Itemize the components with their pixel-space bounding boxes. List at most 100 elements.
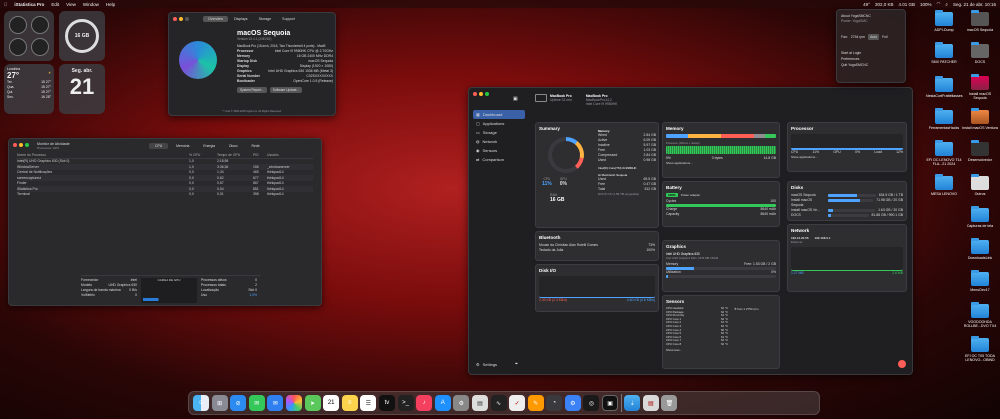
desktop-icon[interactable]: MESA LENOVO bbox=[926, 174, 962, 196]
desktop-icon[interactable]: ADPI-Dump bbox=[926, 10, 962, 32]
tab-overview[interactable]: Overview bbox=[203, 16, 228, 22]
status-network[interactable]: 302,0 KB bbox=[875, 2, 894, 7]
mode-full[interactable]: Full bbox=[882, 34, 887, 40]
tab-energy[interactable]: Energia bbox=[197, 143, 221, 149]
safari-icon[interactable]: ⊘ bbox=[230, 395, 247, 411]
minimize-button[interactable] bbox=[179, 17, 183, 21]
toggles-widget[interactable] bbox=[4, 11, 54, 61]
table-row[interactable]: Finder 0,0 0,67 867 thinkpad14 bbox=[17, 181, 313, 187]
desktop-icon[interactable]: EFI OC LENOVO T14 FLA...21 2024 bbox=[926, 140, 962, 166]
show-less-link[interactable]: Show less... bbox=[666, 348, 776, 352]
desktop-icon[interactable]: macOS Sequoia bbox=[962, 10, 998, 32]
app-store-icon[interactable]: A bbox=[434, 395, 451, 411]
minimize-button[interactable] bbox=[479, 92, 483, 96]
settings-icon[interactable]: ⚙ bbox=[564, 395, 581, 411]
desktop-icon[interactable]: Desenvolvedor bbox=[962, 140, 998, 162]
zoom-button[interactable] bbox=[485, 92, 489, 96]
tab-cpu[interactable]: CPU bbox=[149, 143, 169, 149]
desktop-icon[interactable]: Outros bbox=[962, 174, 998, 196]
sidebar-item-network[interactable]: ◍ Network bbox=[473, 137, 525, 146]
safari-icon[interactable]: ◎ bbox=[583, 395, 600, 411]
pages-icon[interactable]: ✎ bbox=[527, 395, 544, 411]
close-button[interactable] bbox=[13, 143, 17, 147]
terminal-icon[interactable]: >_ bbox=[397, 395, 414, 411]
notes-icon[interactable]: ≡ bbox=[341, 395, 358, 411]
add-widget-button[interactable] bbox=[898, 360, 906, 368]
photos-icon[interactable] bbox=[285, 395, 302, 411]
reminders-icon[interactable]: ☰ bbox=[360, 395, 377, 411]
tab-storage[interactable]: Storage bbox=[254, 16, 277, 22]
music-icon[interactable]: ♪ bbox=[416, 395, 433, 411]
menu-help[interactable]: Help bbox=[106, 2, 115, 7]
desktop-icon[interactable]: Install macOS Sequoia bbox=[962, 74, 998, 100]
disk-row[interactable]: Install macOS Sequoia 71.98 GB / 20 GB bbox=[791, 198, 903, 208]
menu-app-name[interactable]: iStatistica Pro bbox=[14, 2, 44, 7]
terminal-icon[interactable]: ▣ bbox=[602, 395, 619, 411]
calendar-widget[interactable]: Seg. abr. 21 bbox=[59, 64, 105, 114]
tab-network[interactable]: Rede bbox=[246, 143, 266, 149]
menu-quit[interactable]: Quit YogaSMCNC bbox=[841, 62, 901, 68]
processor-apps-link[interactable]: Show applications... bbox=[791, 155, 903, 159]
table-row[interactable]: screencaptureui 0,0 0,62 677 thinkpad14 bbox=[17, 175, 313, 181]
apple-icon[interactable]:  bbox=[4, 2, 7, 7]
table-row[interactable]: Terminal 0,0 0,01 398 thinkpad14 bbox=[17, 192, 313, 198]
wifi-icon[interactable]: ◠ bbox=[936, 1, 940, 7]
desktop-icon[interactable]: VOODOOHDA ROLLBE...DVO TX4 bbox=[962, 302, 998, 328]
col-gpu-time[interactable]: Tempo de GPU bbox=[217, 153, 253, 157]
software-update-button[interactable]: Software Update... bbox=[269, 87, 303, 93]
desktop-icon[interactable]: DOCS bbox=[962, 42, 998, 64]
toggle-icon[interactable] bbox=[31, 16, 49, 34]
search-icon[interactable]: ⌕ bbox=[945, 2, 948, 7]
close-button[interactable] bbox=[173, 17, 177, 21]
finder-icon[interactable]: ☺ bbox=[193, 395, 209, 411]
col-process-name[interactable]: Nome do Processo bbox=[17, 153, 189, 157]
sidebar-item-comparison[interactable]: ⇄ Comparison bbox=[473, 155, 525, 164]
table-row[interactable]: Central de Notificações 0,0 1,34 465 thinkpa… bbox=[17, 170, 313, 176]
mail-icon[interactable]: ✉ bbox=[267, 395, 284, 411]
maps-icon[interactable]: ➤ bbox=[304, 395, 321, 411]
desktop-icon[interactable]: Install macOS Ventura bbox=[962, 108, 998, 130]
close-button[interactable] bbox=[473, 92, 477, 96]
toggle-icon[interactable] bbox=[9, 16, 27, 34]
docs-icon[interactable]: ▤ bbox=[642, 395, 659, 411]
memory-widget[interactable]: 16 GB bbox=[59, 11, 105, 61]
activity-monitor-icon[interactable]: ∿ bbox=[490, 395, 507, 411]
zoom-button[interactable] bbox=[185, 17, 189, 21]
desktop-icon[interactable]: SMX PATCHER bbox=[926, 42, 962, 64]
downloads-folder-icon[interactable]: ⇣ bbox=[624, 395, 641, 411]
menu-edit[interactable]: Edit bbox=[51, 2, 59, 7]
settings-button[interactable]: ⚙ Settings bbox=[473, 360, 500, 369]
sidebar-toggle-icon[interactable]: ▣ bbox=[513, 96, 518, 102]
desktop-icon[interactable]: Capturas de tela bbox=[962, 206, 998, 228]
col-user[interactable]: Usuário bbox=[267, 153, 307, 157]
show-applications-link[interactable]: Show applications... bbox=[666, 161, 776, 165]
menu-window[interactable]: Window bbox=[83, 2, 99, 7]
tab-support[interactable]: Support bbox=[277, 16, 300, 22]
activity-monitor-icon[interactable]: ✓ bbox=[509, 395, 526, 411]
table-row[interactable]: iStatistica Pro 0,0 0,04 851 thinkpad14 bbox=[17, 186, 313, 192]
desktop-icon[interactable]: NestaCortFrattellasses bbox=[926, 76, 963, 98]
launchpad-icon[interactable]: ⊞ bbox=[211, 395, 228, 411]
tab-memory[interactable]: Memória bbox=[170, 143, 195, 149]
tv-icon[interactable]: tv bbox=[378, 395, 395, 411]
istatistica-icon[interactable]: ◔ bbox=[546, 395, 563, 411]
calendar-icon[interactable]: 21 bbox=[323, 395, 340, 411]
desktop-icon[interactable]: EFI OC T05 TODA LENOVO...OBIND bbox=[962, 336, 998, 362]
status-temp[interactable]: 49° bbox=[863, 2, 870, 7]
minimize-button[interactable] bbox=[19, 143, 23, 147]
desktop-icon[interactable]: MenuDev17 bbox=[962, 270, 998, 292]
status-battery[interactable]: 100% bbox=[920, 2, 932, 7]
menu-view[interactable]: View bbox=[66, 2, 76, 7]
system-report-button[interactable]: System Report... bbox=[237, 87, 267, 93]
tab-disk[interactable]: Disco bbox=[223, 143, 243, 149]
disk-row[interactable]: DOCS 81.88 GB / 990.1 GB bbox=[791, 213, 903, 218]
sidebar-item-applications[interactable]: ▢ Applications bbox=[473, 119, 525, 128]
trash-icon[interactable]: 🗑 bbox=[661, 395, 678, 411]
sidebar-item-storage[interactable]: ▭ Storage bbox=[473, 128, 525, 137]
zoom-button[interactable] bbox=[25, 143, 29, 147]
weather-widget[interactable]: Londrina 27° ☀ Ter. 15 27° Qua. 15 27° Qui.… bbox=[4, 64, 54, 114]
tab-displays[interactable]: Displays bbox=[229, 16, 253, 22]
preview-icon[interactable]: ▤ bbox=[471, 395, 488, 411]
mode-auto[interactable]: Auto bbox=[868, 34, 880, 40]
status-memory[interactable]: 4.01 GB bbox=[898, 2, 915, 7]
